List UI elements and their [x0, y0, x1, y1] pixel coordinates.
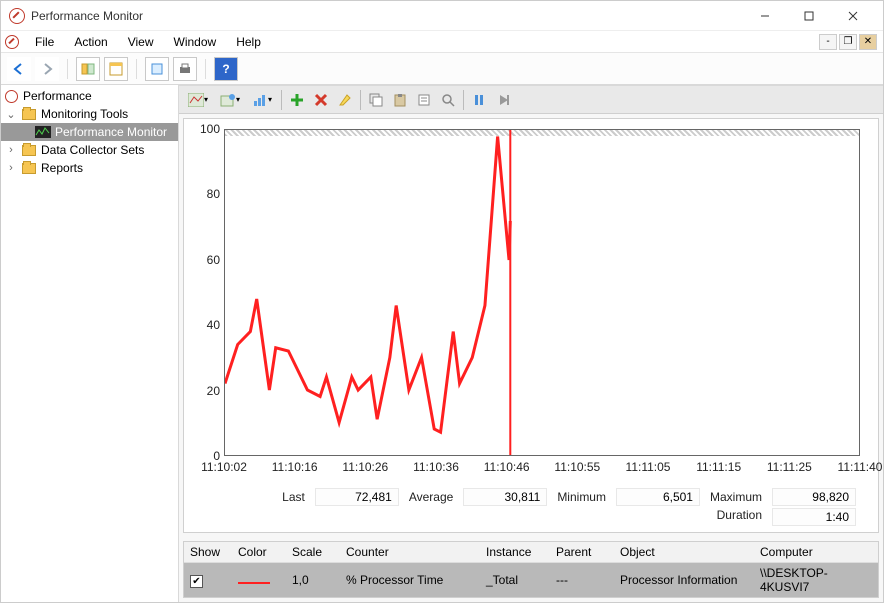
show-checkbox[interactable]: ✔ [190, 575, 203, 588]
last-value: 72,481 [315, 488, 399, 506]
zoom-button[interactable] [437, 89, 459, 111]
stats-row-2: Duration 1:40 [194, 508, 860, 526]
show-hide-tree-button[interactable] [76, 57, 100, 81]
back-button[interactable] [7, 57, 31, 81]
mdi-controls: ‐ ❐ ✕ [819, 34, 879, 50]
legend-row[interactable]: ✔ 1,0 % Processor Time _Total --- Proces… [184, 563, 878, 597]
update-button[interactable] [492, 89, 514, 111]
scale-value: 1,0 [286, 570, 340, 590]
computer-value: \\DESKTOP-4KUSVI7 [754, 563, 878, 597]
duration-value: 1:40 [772, 508, 856, 526]
tree-reports[interactable]: › Reports [1, 159, 178, 177]
view-log-button[interactable]: ▾ [215, 89, 245, 111]
counter-color-swatch [238, 582, 270, 584]
expand-icon[interactable]: › [5, 144, 17, 156]
col-instance[interactable]: Instance [480, 542, 550, 562]
properties-button-2[interactable] [413, 89, 435, 111]
tree-monitoring-tools[interactable]: ⌄ Monitoring Tools [1, 105, 178, 123]
menu-window[interactable]: Window [164, 33, 227, 51]
menu-file[interactable]: File [25, 33, 64, 51]
object-value: Processor Information [614, 570, 754, 590]
parent-value: --- [550, 570, 614, 590]
window-title: Performance Monitor [31, 9, 143, 23]
max-value: 98,820 [772, 488, 856, 506]
help-button[interactable]: ? [214, 57, 238, 81]
legend-header: Show Color Scale Counter Instance Parent… [184, 542, 878, 563]
col-show[interactable]: Show [184, 542, 232, 562]
tree-data-collector-sets[interactable]: › Data Collector Sets [1, 141, 178, 159]
data-collector-icon [21, 142, 37, 158]
plot-area[interactable] [224, 129, 860, 456]
paste-button[interactable] [389, 89, 411, 111]
copy-button[interactable] [365, 89, 387, 111]
chart-container: 020406080100 11:10:0211:10:1611:10:2611:… [183, 118, 879, 533]
reports-icon [21, 160, 37, 176]
x-axis: 11:10:0211:10:1611:10:2611:10:3611:10:46… [224, 460, 860, 476]
mmc-toolbar: ? [1, 53, 883, 85]
mdi-restore-button[interactable]: ❐ [839, 34, 857, 50]
app-icon [9, 8, 25, 24]
col-color[interactable]: Color [232, 542, 286, 562]
view-current-button[interactable]: ▾ [183, 89, 213, 111]
minimize-button[interactable] [743, 2, 787, 30]
freeze-button[interactable] [468, 89, 490, 111]
last-label: Last [282, 490, 305, 504]
col-counter[interactable]: Counter [340, 542, 480, 562]
menu-action[interactable]: Action [64, 33, 117, 51]
print-button[interactable] [173, 57, 197, 81]
col-parent[interactable]: Parent [550, 542, 614, 562]
highlight-button[interactable] [334, 89, 356, 111]
col-scale[interactable]: Scale [286, 542, 340, 562]
close-button[interactable] [831, 2, 875, 30]
performance-icon [3, 88, 19, 104]
menu-help[interactable]: Help [226, 33, 271, 51]
monitoring-tools-icon [21, 106, 37, 122]
avg-value: 30,811 [463, 488, 547, 506]
col-computer[interactable]: Computer [754, 542, 878, 562]
titlebar: Performance Monitor [1, 1, 883, 31]
y-axis: 020406080100 [194, 129, 224, 456]
properties-button[interactable] [104, 57, 128, 81]
tree-pane: Performance ⌄ Monitoring Tools Performan… [1, 85, 179, 602]
max-label: Maximum [710, 490, 762, 504]
tree-performance-monitor[interactable]: Performance Monitor [1, 123, 178, 141]
graph-type-button[interactable]: ▾ [247, 89, 277, 111]
export-button[interactable] [145, 57, 169, 81]
duration-label: Duration [717, 508, 762, 526]
app-icon-small [5, 35, 19, 49]
delete-counter-button[interactable] [310, 89, 332, 111]
min-label: Minimum [557, 490, 606, 504]
menubar: File Action View Window Help ‐ ❐ ✕ [1, 31, 883, 53]
add-counter-button[interactable] [286, 89, 308, 111]
counter-value: % Processor Time [340, 570, 480, 590]
col-object[interactable]: Object [614, 542, 754, 562]
content-pane: ▾ ▾ ▾ 020406080100 1 [179, 85, 883, 602]
menu-view[interactable]: View [118, 33, 164, 51]
perfmon-icon [35, 124, 51, 140]
mdi-minimize-button[interactable]: ‐ [819, 34, 837, 50]
collapse-icon[interactable]: ⌄ [5, 108, 17, 121]
counter-legend: Show Color Scale Counter Instance Parent… [183, 541, 879, 598]
min-value: 6,501 [616, 488, 700, 506]
tree-root-performance[interactable]: Performance [1, 87, 178, 105]
perfmon-toolbar: ▾ ▾ ▾ [179, 86, 883, 114]
forward-button[interactable] [35, 57, 59, 81]
maximize-button[interactable] [787, 2, 831, 30]
stats-row-1: Last 72,481 Average 30,811 Minimum 6,501… [194, 488, 860, 506]
expand-icon[interactable]: › [5, 162, 17, 174]
avg-label: Average [409, 490, 453, 504]
instance-value: _Total [480, 570, 550, 590]
mdi-close-button[interactable]: ✕ [859, 34, 877, 50]
